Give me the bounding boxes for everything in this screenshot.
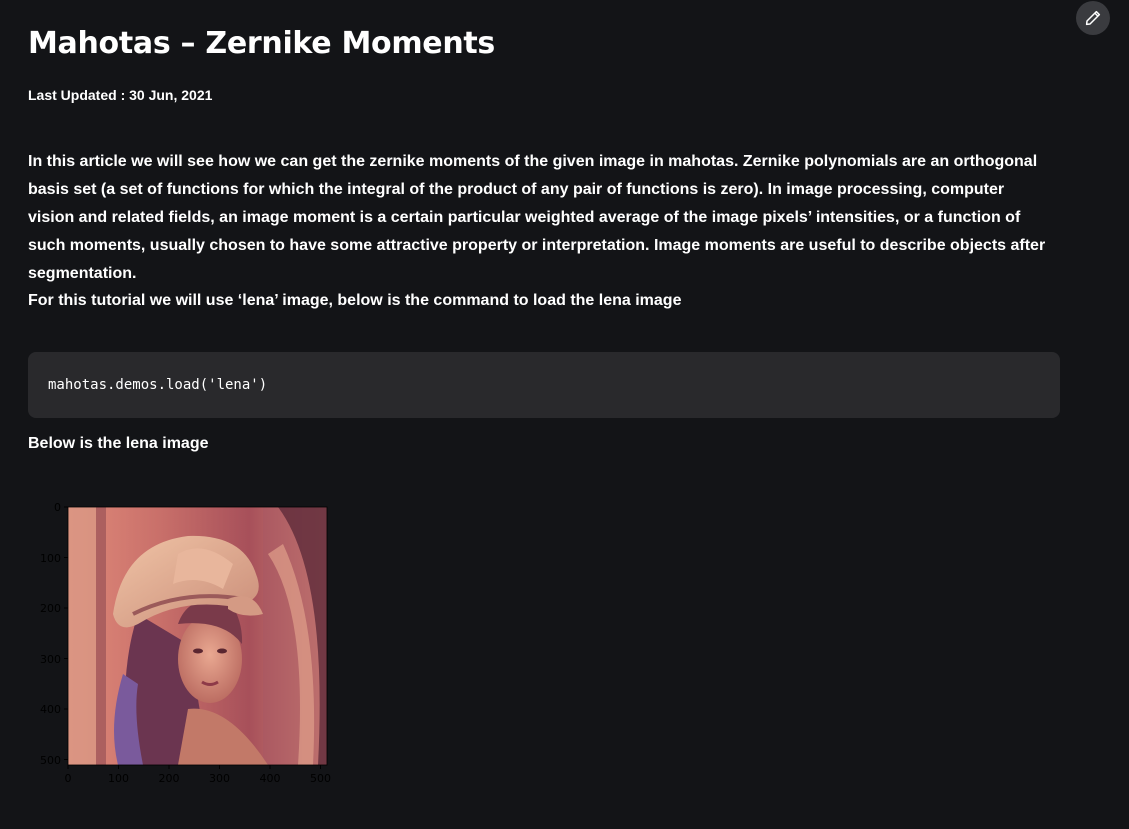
code-text: mahotas.demos.load('lena')	[48, 377, 268, 393]
x-tick-label: 400	[260, 772, 281, 785]
image-figure: 0 100 200 300 400 500 0 100 200 300 400	[28, 494, 338, 790]
pencil-icon	[1085, 10, 1101, 26]
y-tick-label: 400	[40, 703, 61, 716]
last-updated: Last Updated : 30 Jun, 2021	[28, 87, 213, 103]
code-block: mahotas.demos.load('lena')	[28, 352, 1060, 418]
lena-photo	[68, 507, 327, 765]
x-tick-label: 0	[65, 772, 72, 785]
x-tick-label: 500	[310, 772, 331, 785]
page-title: Mahotas – Zernike Moments	[28, 26, 495, 61]
intro-paragraph: In this article we will see how we can g…	[28, 153, 1046, 282]
x-tick-label: 100	[108, 772, 129, 785]
y-axis: 0 100 200 300 400 500	[40, 501, 68, 767]
edit-button[interactable]	[1076, 1, 1110, 35]
x-tick-label: 200	[159, 772, 180, 785]
intro-paragraph-2: For this tutorial we will use ‘lena’ ima…	[28, 292, 682, 309]
y-tick-label: 100	[40, 552, 61, 565]
x-tick-label: 300	[209, 772, 230, 785]
article-page: Mahotas – Zernike Moments Last Updated :…	[0, 0, 1129, 829]
y-tick-label: 300	[40, 653, 61, 666]
y-tick-label: 200	[40, 602, 61, 615]
x-axis: 0 100 200 300 400 500	[65, 765, 331, 785]
y-tick-label: 500	[40, 754, 61, 767]
image-caption: Below is the lena image	[28, 435, 209, 452]
y-tick-label: 0	[54, 501, 61, 514]
figure-svg: 0 100 200 300 400 500 0 100 200 300 400	[40, 501, 331, 785]
